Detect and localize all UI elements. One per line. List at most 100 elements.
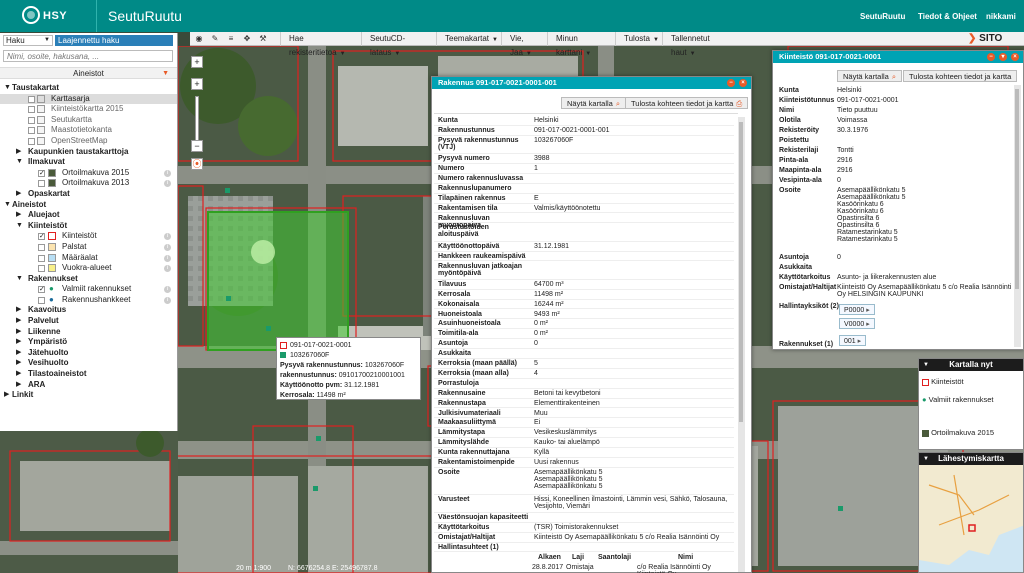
scrollbar[interactable] [738, 117, 745, 572]
app-title[interactable]: SeutuRuutu [108, 8, 182, 24]
group-kiinteistot[interactable]: ▼ Kiinteistöt [0, 221, 177, 232]
print-button[interactable]: Tulosta kohteen tiedot ja kartta ⎙ [625, 97, 749, 109]
menu-teemakartat[interactable]: Teemakartat ▼ [436, 32, 498, 46]
info-icon[interactable]: i [164, 286, 171, 294]
scrollbar[interactable] [1014, 85, 1021, 347]
advanced-search-button[interactable]: Laajennettu haku [55, 35, 173, 46]
scrollbar-thumb[interactable] [1015, 89, 1019, 289]
group-vesihuolto[interactable]: ▶ Vesihuolto [0, 358, 177, 369]
nav-seuturuutu[interactable]: SeutuRuutu [860, 12, 905, 21]
group-palvelut[interactable]: ▶ Palvelut [0, 316, 177, 327]
layer-item[interactable]: Palstat i [0, 242, 177, 253]
minimize-icon[interactable]: − [727, 79, 735, 87]
active-layer-item[interactable]: Ortoilmakuva 2015 [922, 428, 1022, 437]
layer-item[interactable]: Kiinteistökartta 2015 [0, 104, 177, 115]
info-icon[interactable]: i [164, 243, 171, 251]
info-icon[interactable]: i [164, 296, 171, 304]
layers-header[interactable]: Aineistot ▼ [0, 67, 177, 79]
checkbox[interactable] [38, 296, 45, 304]
zoom-in-button[interactable]: + [191, 56, 203, 68]
group-kaavoitus[interactable]: ▶ Kaavoitus [0, 305, 177, 316]
layer-item[interactable]: ● Rakennushankkeet i [0, 295, 177, 306]
group-rakennukset[interactable]: ▼ Rakennukset [0, 274, 177, 285]
list-icon[interactable]: ≡ [226, 34, 236, 44]
checkbox[interactable] [28, 106, 35, 114]
nav-tiedot-ohjeet[interactable]: Tiedot & Ohjeet [918, 12, 977, 21]
checkbox[interactable] [38, 265, 45, 273]
nav-user[interactable]: nikkami [986, 12, 1016, 21]
overview-map-header[interactable]: ▼ Lähestymiskartta [919, 453, 1023, 465]
hsy-logo-icon[interactable] [22, 6, 40, 24]
scrollbar-thumb[interactable] [739, 122, 743, 422]
layer-item[interactable]: Karttasarja [0, 93, 177, 105]
dropdown-icon[interactable]: ▾ [999, 53, 1007, 61]
measure-icon[interactable]: ✎ [210, 34, 220, 44]
layer-item[interactable]: ✓ Ortoilmakuva 2015 i [0, 168, 177, 179]
group-kaupunkien[interactable]: ▶ Kaupunkien taustakarttoja [0, 147, 177, 158]
info-icon[interactable]: i [164, 265, 171, 273]
checkbox-checked[interactable]: ✓ [38, 169, 45, 177]
rakennus-pill[interactable]: 001 ▸ [839, 335, 867, 346]
kartalla-nyt-header[interactable]: ▼ Kartalla nyt [919, 359, 1023, 371]
close-icon[interactable]: × [1011, 53, 1019, 61]
layer-item[interactable]: Määräalat i [0, 253, 177, 264]
group-liikenne[interactable]: ▶ Liikenne [0, 327, 177, 338]
group-ara[interactable]: ▶ ARA [0, 380, 177, 391]
checkbox-checked[interactable]: ✓ [38, 233, 45, 241]
hallintayksikko-pill[interactable]: P0000 ▸ [839, 304, 875, 315]
group-aineistot[interactable]: ▼ Aineistot [0, 200, 177, 211]
group-aluejaot[interactable]: ▶ Aluejaot [0, 210, 177, 221]
group-ymparisto[interactable]: ▶ Ympäristö [0, 337, 177, 348]
checkbox-checked[interactable]: ✓ [38, 286, 45, 294]
checkbox[interactable] [28, 127, 35, 135]
minimize-icon[interactable]: − [987, 53, 995, 61]
show-on-map-button[interactable]: Näytä kartalla ⌕ [561, 97, 627, 109]
search-input[interactable] [3, 50, 173, 62]
map-popup[interactable]: 091-017-0021-0001 103267060F Pysyvä rake… [276, 337, 421, 400]
info-icon[interactable]: i [164, 180, 171, 188]
checkbox[interactable] [28, 137, 35, 145]
checkbox[interactable] [28, 95, 35, 103]
layer-item[interactable]: Vuokra-alueet i [0, 263, 177, 274]
layer-item[interactable]: ✓ Kiinteistöt i [0, 231, 177, 242]
search-mode-select[interactable]: Haku ▼ [3, 35, 53, 46]
menu-seutucd-lataus[interactable]: SeutuCD-lataus ▼ [361, 32, 433, 57]
close-icon[interactable]: × [739, 79, 747, 87]
active-layer-item[interactable]: ● Valmiit rakennukset [922, 395, 1022, 404]
map-lower-left[interactable] [0, 431, 178, 573]
zoom-in-step-button[interactable]: + [191, 78, 203, 90]
tools-icon[interactable]: ⚒ [258, 34, 268, 44]
layer-item[interactable]: Maastotietokanta [0, 125, 177, 136]
layer-item[interactable]: Ortoilmakuva 2013 i [0, 178, 177, 189]
menu-vie-jaa[interactable]: Vie, Jaa ▼ [501, 32, 544, 57]
menu-tulosta[interactable]: Tulosta ▼ [615, 32, 659, 46]
info-icon[interactable]: i [164, 233, 171, 241]
checkbox[interactable] [38, 254, 45, 262]
print-button[interactable]: Tulosta kohteen tiedot ja kartta [903, 70, 1018, 82]
group-taustakartat[interactable]: ▼ Taustakartat [0, 83, 177, 94]
menu-tallennetut-haut[interactable]: Tallennetut haut ▼ [662, 32, 734, 57]
location-icon[interactable]: ⦿ [191, 158, 203, 170]
group-tilastoaineistot[interactable]: ▶ Tilastoaineistot [0, 369, 177, 380]
active-layer-item[interactable]: Kiinteistöt [922, 377, 964, 386]
hsy-logo-text[interactable]: HSY [43, 10, 67, 22]
checkbox[interactable] [38, 180, 45, 188]
zoom-out-button[interactable]: − [191, 140, 203, 152]
layer-item[interactable]: Seutukartta [0, 115, 177, 126]
checkbox[interactable] [38, 243, 45, 251]
info-icon[interactable]: i [164, 254, 171, 262]
target-icon[interactable]: ◉ [194, 34, 204, 44]
group-opaskartat[interactable]: ▶ Opaskartat [0, 189, 177, 200]
menu-minun-karttani[interactable]: Minun karttani ▼ [547, 32, 612, 57]
layer-item[interactable]: OpenStreetMap [0, 136, 177, 147]
rakennus-window-title[interactable]: Rakennus 091-017-0021-0001-001 − × [432, 77, 751, 89]
hallintayksikko-pill[interactable]: V0000 ▸ [839, 318, 875, 329]
overview-map[interactable] [919, 465, 1024, 573]
group-jatehuolto[interactable]: ▶ Jätehuolto [0, 348, 177, 359]
checkbox[interactable] [28, 116, 35, 124]
group-linkit[interactable]: ▶ Linkit [0, 390, 177, 401]
show-on-map-button[interactable]: Näytä kartalla ⌕ [837, 70, 903, 82]
kiinteisto-window-title[interactable]: Kiinteistö 091-017-0021-0001 − ▾ × [773, 51, 1023, 63]
info-icon[interactable]: i [164, 169, 171, 177]
menu-hae-rekisteritietoa[interactable]: Hae rekisteritietoa ▼ [280, 32, 358, 57]
